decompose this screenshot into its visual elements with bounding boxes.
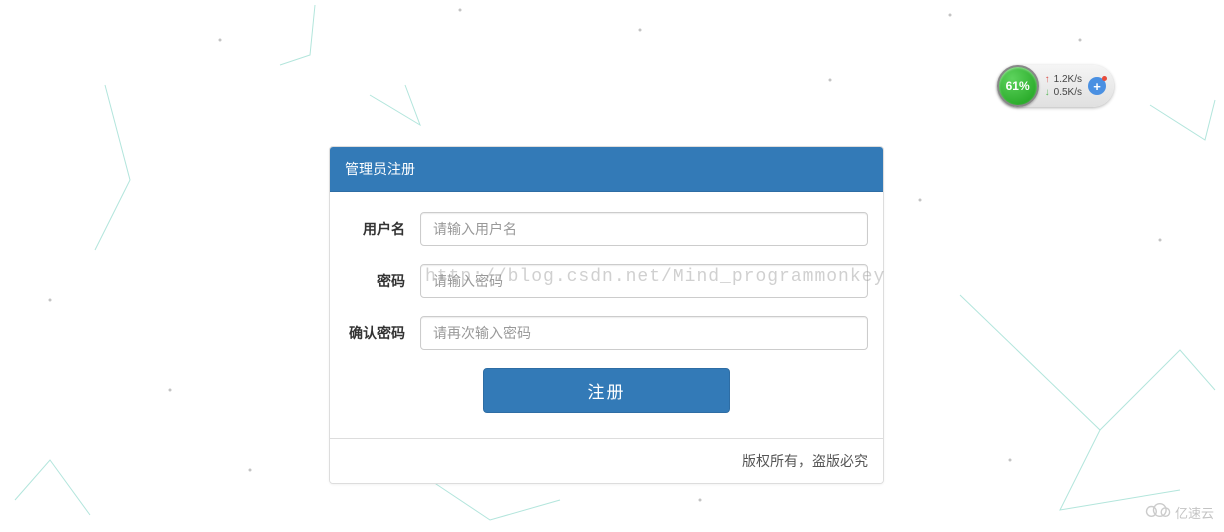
submit-row: 注册	[345, 368, 868, 413]
arrow-down-icon: ↓	[1045, 87, 1050, 98]
panel-body: 用户名 密码 确认密码 注册	[330, 192, 883, 438]
registration-panel: 管理员注册 用户名 密码 确认密码 注册 版权所有，盗版必究	[329, 146, 884, 484]
logo-text: 亿速云	[1175, 503, 1214, 522]
plus-icon[interactable]: +	[1088, 77, 1106, 95]
download-speed: ↓0.5K/s	[1045, 86, 1082, 99]
password-row: 密码	[345, 264, 868, 298]
panel-title: 管理员注册	[330, 147, 883, 192]
confirm-password-label: 确认密码	[345, 323, 420, 343]
username-label: 用户名	[345, 219, 420, 239]
logo-watermark: 亿速云	[1143, 501, 1214, 524]
username-input[interactable]	[420, 212, 868, 246]
cloud-icon	[1143, 501, 1171, 524]
panel-footer: 版权所有，盗版必究	[330, 438, 883, 483]
speed-stats: ↑1.2K/s ↓0.5K/s	[1045, 73, 1082, 99]
cpu-percent-badge: 61%	[997, 65, 1039, 107]
arrow-up-icon: ↑	[1045, 74, 1050, 85]
upload-speed: ↑1.2K/s	[1045, 73, 1082, 86]
password-input[interactable]	[420, 264, 868, 298]
register-button[interactable]: 注册	[483, 368, 730, 413]
confirm-password-input[interactable]	[420, 316, 868, 350]
password-label: 密码	[345, 271, 420, 291]
confirm-password-row: 确认密码	[345, 316, 868, 350]
network-speed-widget[interactable]: 61% ↑1.2K/s ↓0.5K/s +	[997, 65, 1114, 107]
username-row: 用户名	[345, 212, 868, 246]
